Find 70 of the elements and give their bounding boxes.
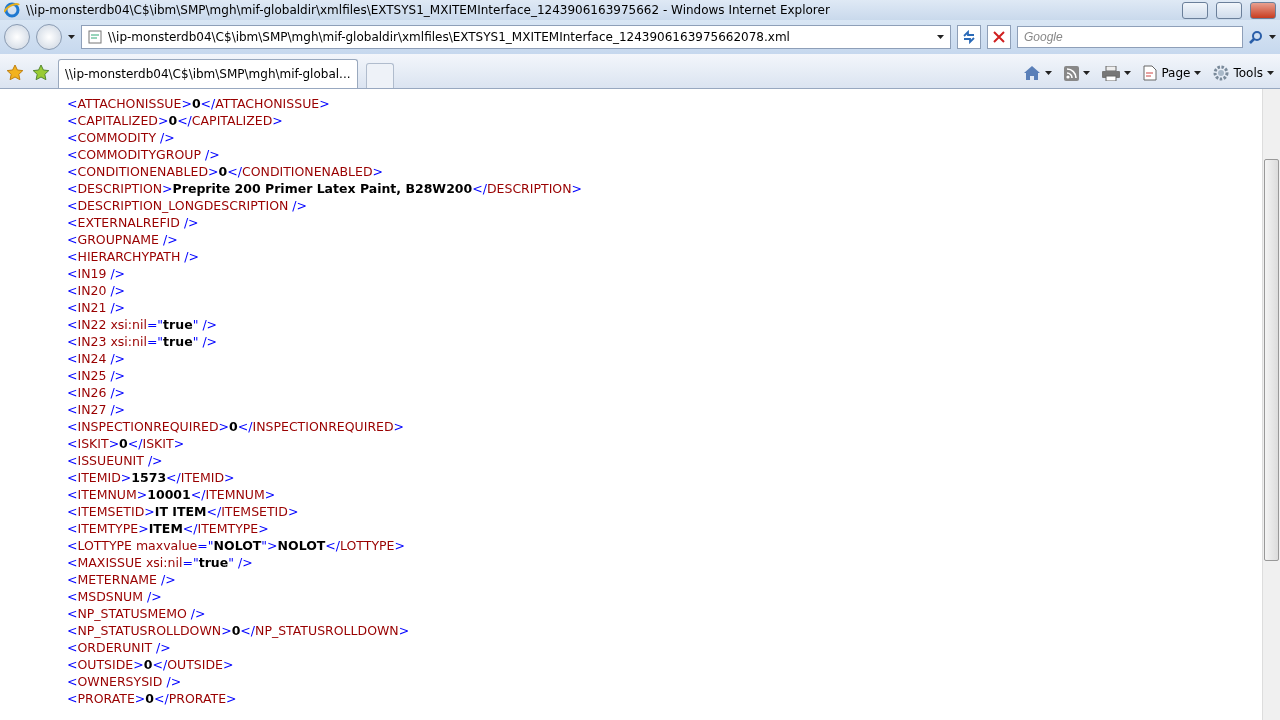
xml-line: <IN26 /> [67,384,127,401]
xml-line: <HIERARCHYPATH /> [67,248,201,265]
home-icon[interactable] [1023,65,1042,81]
feeds-icon[interactable] [1064,65,1080,81]
xml-line: <COMMODITY /> [67,129,176,146]
xml-line: <OWNERSYSID /> [67,673,183,690]
caret-icon [1269,35,1276,39]
xml-line: <ORDERUNIT /> [67,639,172,656]
browser-tab[interactable]: \\ip-monsterdb04\C$\ibm\SMP\mgh\mif-global... [58,59,358,88]
xml-line: <CAPITALIZED>0</CAPITALIZED> [67,112,284,129]
window-title: \\ip-monsterdb04\C$\ibm\SMP\mgh\mif-globaldir\xmlfiles\EXTSYS1_MXITEMInterface_1243906163975662 - Windows Internet Explorer [26,3,831,17]
xml-line: <ATTACHONISSUE>0</ATTACHONISSUE> [67,95,331,112]
close-button[interactable] [1250,1,1276,19]
refresh-button[interactable] [957,25,981,49]
xml-line: <IN20 /> [67,282,127,299]
browser-logo-icon [4,2,20,18]
xml-line: <IN19 /> [67,265,127,282]
caret-icon [1194,71,1202,75]
xml-line: <IN27 /> [67,401,127,418]
xml-line: <ISSUEUNIT /> [67,452,164,469]
minimize-button[interactable] [1182,1,1208,19]
xml-line: <IN21 /> [67,299,127,316]
xml-line: <INSPECTIONREQUIRED>0</INSPECTIONREQUIRED> [67,418,406,435]
caret-icon [937,35,944,39]
xml-line: <OUTSIDE>0</OUTSIDE> [67,656,235,673]
xml-line: <MSDSNUM /> [67,588,163,605]
xml-line: <ITEMSETID>IT ITEM</ITEMSETID> [67,503,300,520]
xml-line: <GROUPNAME /> [67,231,179,248]
settings-icon[interactable] [1213,65,1230,81]
xml-line: <CONDITIONENABLED>0</CONDITIONENABLED> [67,163,385,180]
forward-button[interactable] [36,24,62,50]
restore-button[interactable] [1216,1,1242,19]
command-label[interactable]: Tools [1233,66,1263,80]
star-icon[interactable] [6,64,24,82]
caret-icon [68,35,75,39]
xml-line: <NP_STATUSMEMO /> [67,605,207,622]
xml-line: <IN24 /> [67,350,127,367]
xml-line: <DESCRIPTION_LONGDESCRIPTION /> [67,197,308,214]
caret-icon [1267,71,1274,75]
xml-line: <LOTTYPE maxvalue="NOLOT">NOLOT</LOTTYPE> [67,537,406,554]
refresh-icon [962,30,976,44]
search-icon[interactable] [1249,30,1263,44]
xml-line: <COMMODITYGROUP /> [67,146,221,163]
xml-line: <NP_STATUSROLLDOWN>0</NP_STATUSROLLDOWN> [67,622,411,639]
xml-line: <ISKIT>0</ISKIT> [67,435,186,452]
xml-line: <IN22 xsi:nil="true" /> [67,316,219,333]
search-field[interactable]: Google [1017,26,1243,48]
add-favorite-icon[interactable] [32,64,50,82]
xml-line: <ITEMNUM>10001</ITEMNUM> [67,486,277,503]
xml-line: <PRORATE>0</PRORATE> [67,690,238,707]
xml-line: <ITEMID>1573</ITEMID> [67,469,236,486]
xml-line: <MAXISSUE xsi:nil="true" /> [67,554,254,571]
xml-line: <IN25 /> [67,367,127,384]
xml-line: <ITEMTYPE>ITEM</ITEMTYPE> [67,520,270,537]
caret-icon [1045,71,1053,75]
page-icon [88,30,102,44]
scrollbar[interactable] [1262,89,1280,720]
stop-button[interactable] [987,25,1011,49]
printer-icon[interactable] [1102,65,1121,81]
close-icon [993,31,1005,43]
page-icon[interactable] [1143,65,1158,81]
command-label[interactable]: Page [1161,66,1191,80]
xml-line: <DESCRIPTION>Preprite 200 Primer Latex Paint, B28W200</DESCRIPTION> [67,180,584,197]
xml-line: <IN23 xsi:nil="true" /> [67,333,219,350]
caret-icon [1124,71,1132,75]
address-field[interactable]: \\ip-monsterdb04\C$\ibm\SMP\mgh\mif-globaldir\xmlfiles\EXTSYS1_MXITEMInterface_1243906163975662078.xml [81,25,951,49]
caret-icon [1083,71,1091,75]
xml-line: <EXTERNALREFID /> [67,214,200,231]
xml-line: <METERNAME /> [67,571,177,588]
back-button[interactable] [4,24,30,50]
